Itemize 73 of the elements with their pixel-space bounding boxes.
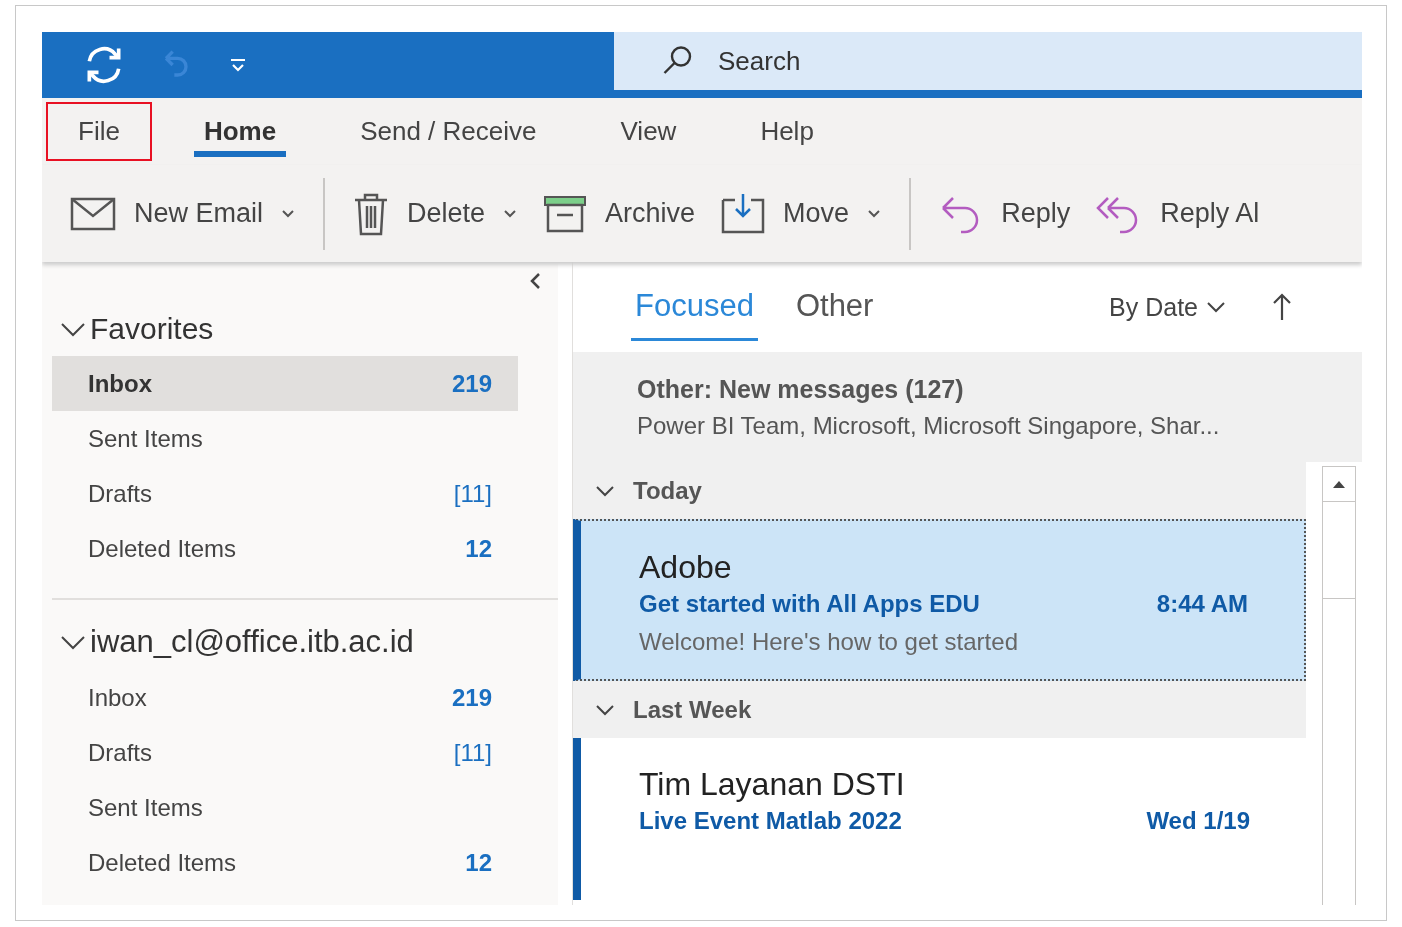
folder-item[interactable]: Deleted Items 12 [52,521,518,576]
chevron-icon [595,484,615,497]
other-banner[interactable]: Other: New messages (127) Power BI Team, Microsoft, Microsoft Singapore, Shar... [573,352,1362,462]
folder-item[interactable]: Sent Items [52,780,518,835]
folder-name: Drafts [88,738,152,767]
sort-button[interactable]: By Date [1103,291,1232,323]
folder-count: [11] [453,738,492,767]
account-header[interactable]: Favorites [42,298,214,356]
sort-direction-icon[interactable] [1272,292,1292,322]
message-item[interactable]: Adobe Get started with All Apps EDU 8:44 AM Welcome! Here's how to get started [573,519,1306,681]
folder-count: 219 [451,683,492,712]
folder-count: 219 [451,369,492,398]
inbox-tab[interactable]: Focused [631,273,758,341]
date-group-header[interactable]: Last Week [573,681,1306,738]
folder-count: 12 [465,848,492,877]
reply-all-button[interactable]: Reply Al [1092,187,1264,240]
collapse-icon[interactable] [528,272,542,290]
caret-icon [867,208,882,219]
ribbon-tab[interactable]: Home [171,102,309,161]
message-sender: Adobe [639,549,733,586]
message-time: Wed 1/19 [1146,807,1250,835]
date-group-header[interactable]: Today [573,462,1306,519]
reply-button[interactable]: Reply [935,187,1075,240]
folder-item[interactable]: Inbox 219 [52,670,518,725]
folder-count: 12 [465,534,492,563]
group-title: iwan_cl@office.itb.ac.id [90,624,414,660]
ribbon-tab[interactable]: File [46,102,152,161]
caret-icon [281,208,296,219]
ribbon-tab[interactable]: Send / Receive [328,102,569,161]
banner-title: Other: New messages (127) [637,374,965,404]
folder-name: Sent Items [88,793,203,822]
folder-arrow-icon [721,191,766,236]
chevron-icon [60,321,86,337]
folder-name: Drafts [88,479,152,508]
folder-item[interactable]: Deleted Items 12 [52,835,518,890]
scrollbar[interactable] [1322,466,1356,905]
folder-name: Inbox [88,683,147,712]
folder-name: Inbox [88,369,152,398]
message-time: 8:44 AM [1156,590,1248,618]
folder-name: Deleted Items [88,848,237,877]
message-item[interactable]: Tim Layanan DSTI Live Event Matlab 2022 Wed 1/19 [573,738,1306,900]
archive-icon [543,194,588,233]
message-subject: Get started with All Apps EDU [639,590,980,618]
folder-item[interactable]: Drafts [11] [52,466,518,521]
caret-icon [503,208,518,219]
move-button[interactable]: Move [717,187,886,240]
folder-name: Sent Items [88,424,203,453]
delete-button[interactable]: Delete [349,187,522,240]
message-subject: Live Event Matlab 2022 [639,807,902,835]
trash-icon [353,191,390,236]
new-email-button[interactable]: New Email [66,192,300,235]
chevron-icon [60,634,86,650]
folder-item[interactable]: Sent Items [52,411,518,466]
scroll-up-icon[interactable] [1331,479,1347,489]
ribbon-tab[interactable]: View [588,102,709,161]
chevron-icon [595,703,615,716]
archive-button[interactable]: Archive [539,190,700,237]
envelope-icon [70,196,116,231]
ribbon-tab[interactable]: Help [728,102,846,161]
inbox-tab[interactable]: Other [791,273,878,341]
folder-name: Deleted Items [88,534,237,563]
folder-item[interactable]: Drafts [11] [52,725,518,780]
folder-count: [11] [453,479,492,508]
banner-senders: Power BI Team, Microsoft, Microsoft Singapore, Shar... [637,411,1221,440]
group-title: Favorites [90,312,214,346]
group-title: Today [633,476,702,505]
message-preview: Welcome! Here's how to get started [639,628,1019,656]
chevron-icon [1206,301,1226,313]
message-sender: Tim Layanan DSTI [639,766,906,803]
folder-item[interactable]: Inbox 219 [52,356,518,411]
account-header[interactable]: iwan_cl@office.itb.ac.id [42,600,414,670]
group-title: Last Week [633,695,752,724]
search-field[interactable]: Search [716,44,1120,78]
